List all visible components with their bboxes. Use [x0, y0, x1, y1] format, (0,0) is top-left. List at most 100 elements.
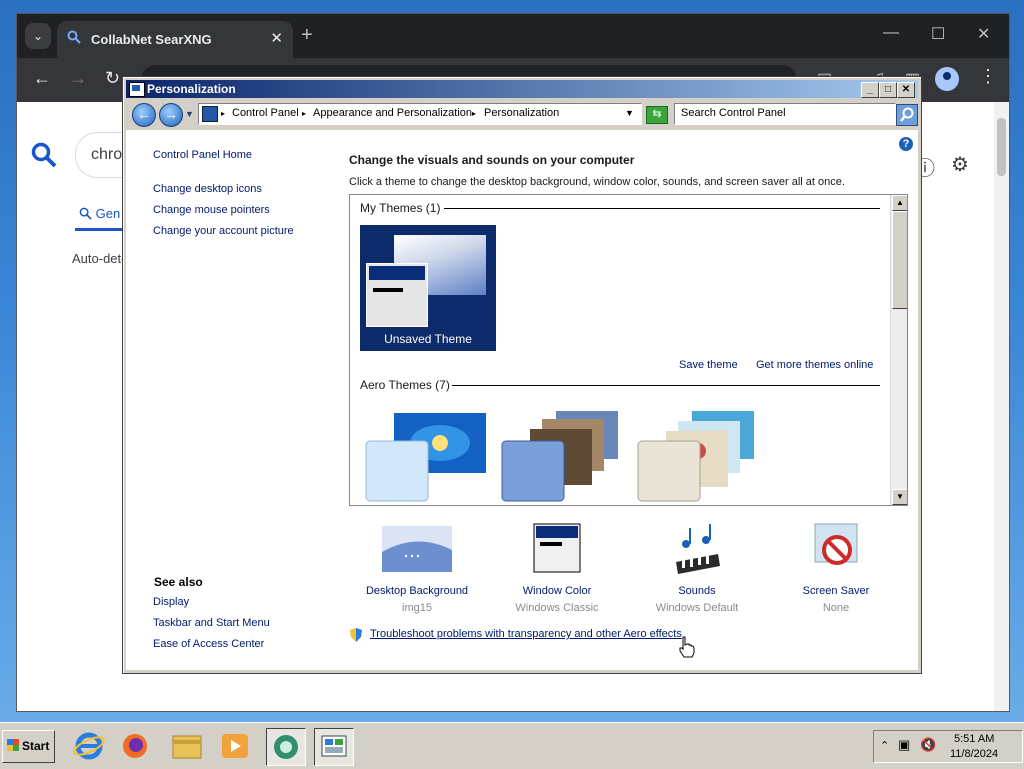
page-scrollbar[interactable]	[994, 102, 1009, 711]
group-divider	[444, 208, 880, 209]
tab-search-button[interactable]: ⌄	[25, 23, 51, 49]
auto-detect-label: Auto-dete	[72, 251, 129, 266]
aero-theme-windows7[interactable]	[362, 407, 492, 506]
aero-themes-label: Aero Themes (7)	[360, 378, 450, 392]
browser-tabstrip: ⌄ CollabNet SearXNG ✕ + — ☐ ✕	[17, 14, 1009, 58]
gear-icon[interactable]: ⚙	[951, 152, 969, 177]
themes-scrollbar[interactable]: ▲ ▼	[890, 195, 907, 505]
chevron-down-icon: ⌄	[32, 29, 44, 43]
network-icon[interactable]: ▣	[898, 737, 910, 753]
troubleshoot-aero-link[interactable]: Troubleshoot problems with transparency …	[370, 628, 682, 640]
searxng-logo-icon	[31, 142, 57, 168]
browser-tab[interactable]: CollabNet SearXNG ✕	[57, 21, 293, 58]
chevron-down-icon[interactable]: ▼	[625, 108, 634, 118]
system-tray: ⌃ ▣ 🔇 5:51 AM 11/8/2024	[873, 730, 1023, 763]
hand-cursor-icon	[679, 636, 695, 658]
unsaved-theme-tile[interactable]: Unsaved Theme	[360, 225, 496, 351]
desktop-background-option[interactable]: Desktop Background img15	[357, 522, 477, 614]
volume-muted-icon[interactable]: 🔇	[920, 737, 936, 753]
screen-saver-option[interactable]: Screen Saver None	[776, 522, 896, 614]
new-tab-button[interactable]: +	[301, 24, 313, 47]
close-icon[interactable]: ✕	[977, 24, 990, 44]
ease-of-access-link[interactable]: Ease of Access Center	[153, 638, 264, 650]
breadcrumb-appearance[interactable]: Appearance and Personalization	[313, 107, 472, 119]
file-explorer-icon[interactable]	[168, 728, 206, 764]
desktop-background-icon	[382, 526, 452, 572]
group-divider	[452, 385, 880, 386]
history-dropdown-icon[interactable]: ▼	[185, 109, 194, 119]
forward-button[interactable]: →	[159, 103, 183, 127]
taskbar-start-menu-link[interactable]: Taskbar and Start Menu	[153, 617, 270, 629]
search-icon	[79, 207, 92, 220]
help-icon[interactable]: ?	[899, 137, 913, 151]
chrome-taskbar-item[interactable]	[266, 728, 306, 766]
forward-icon[interactable]: →	[69, 68, 87, 89]
search-icon	[900, 107, 914, 122]
sounds-icon	[676, 524, 720, 574]
control-panel-icon	[129, 82, 145, 97]
show-hidden-icons[interactable]: ⌃	[880, 739, 889, 752]
scroll-up-button[interactable]: ▲	[892, 195, 907, 211]
search-button[interactable]	[896, 104, 918, 126]
personalization-window: Personalization _ □ ✕ ← → ▼ ▸ Control Pa…	[122, 76, 922, 674]
clock-date[interactable]: 11/8/2024	[950, 748, 998, 760]
control-panel-taskbar-item[interactable]	[314, 728, 354, 766]
change-desktop-icons-link[interactable]: Change desktop icons	[153, 183, 262, 195]
address-toolbar: ← → ▼ ▸ Control Panel ▸ Appearance and P…	[126, 100, 918, 128]
theme-window-preview	[366, 263, 428, 327]
back-button[interactable]: ←	[132, 103, 156, 127]
breadcrumb-control-panel[interactable]: Control Panel	[232, 107, 299, 119]
scroll-down-button[interactable]: ▼	[892, 489, 907, 505]
start-button[interactable]: Start	[2, 730, 55, 763]
control-panel-home-link[interactable]: Control Panel Home	[153, 149, 252, 161]
my-themes-label: My Themes (1)	[360, 201, 441, 215]
control-panel-icon	[202, 106, 218, 122]
media-player-icon[interactable]	[216, 728, 254, 764]
title-bar[interactable]: Personalization _ □ ✕	[126, 80, 918, 98]
page-subtitle: Click a theme to change the desktop back…	[349, 176, 845, 188]
refresh-button[interactable]: ⇆	[646, 106, 668, 124]
content-area: Control Panel Home Change desktop icons …	[126, 130, 918, 670]
scroll-thumb[interactable]	[997, 118, 1006, 176]
internet-explorer-icon[interactable]	[70, 728, 108, 764]
change-account-picture-link[interactable]: Change your account picture	[153, 225, 294, 237]
minimize-icon[interactable]: —	[883, 24, 899, 42]
chevron-right-icon: ▸	[221, 109, 226, 118]
themes-list: My Themes (1) Unsaved Theme Save theme G…	[349, 194, 908, 506]
taskbar: Start ⌃ ▣ 🔇 5:51 AM 11/8/2024	[0, 722, 1024, 769]
scroll-thumb[interactable]	[892, 211, 907, 309]
maximize-button[interactable]: □	[879, 82, 897, 98]
clock-time[interactable]: 5:51 AM	[954, 733, 994, 745]
firefox-icon[interactable]	[116, 728, 154, 764]
aero-theme-architecture[interactable]	[498, 407, 628, 506]
breadcrumb-personalization[interactable]: Personalization	[484, 107, 559, 119]
search-icon	[67, 30, 81, 44]
aero-theme-characters[interactable]	[634, 407, 764, 506]
minimize-button[interactable]: _	[861, 82, 879, 98]
tab-underline	[75, 228, 125, 231]
close-button[interactable]: ✕	[897, 82, 915, 98]
maximize-icon[interactable]: ☐	[931, 24, 945, 44]
unsaved-theme-label: Unsaved Theme	[384, 332, 472, 346]
reload-icon[interactable]: ↻	[105, 68, 120, 89]
tab-close-button[interactable]: ✕	[270, 29, 283, 47]
breadcrumb[interactable]: ▸ Control Panel ▸ Appearance and Persona…	[198, 103, 642, 125]
tab-title: CollabNet SearXNG	[91, 32, 212, 47]
save-theme-link[interactable]: Save theme	[679, 359, 738, 371]
change-mouse-pointers-link[interactable]: Change mouse pointers	[153, 204, 270, 216]
menu-icon[interactable]: ⋮	[979, 66, 997, 87]
page-title: Change the visuals and sounds on your co…	[349, 153, 635, 167]
get-more-themes-link[interactable]: Get more themes online	[756, 359, 873, 371]
sounds-option[interactable]: Sounds Windows Default	[637, 522, 757, 614]
search-input[interactable]: Search Control Panel	[674, 103, 896, 125]
window-color-option[interactable]: Window Color Windows Classic	[497, 522, 617, 614]
chevron-right-icon: ▸	[302, 109, 307, 118]
chevron-right-icon: ▸	[472, 109, 477, 118]
back-icon[interactable]: ←	[33, 68, 51, 89]
window-title: Personalization	[147, 82, 236, 96]
profile-avatar[interactable]	[935, 67, 959, 91]
display-link[interactable]: Display	[153, 596, 189, 608]
windows-logo-icon	[7, 739, 19, 751]
tab-general[interactable]: Gen	[79, 206, 120, 221]
uac-shield-icon	[350, 628, 362, 642]
